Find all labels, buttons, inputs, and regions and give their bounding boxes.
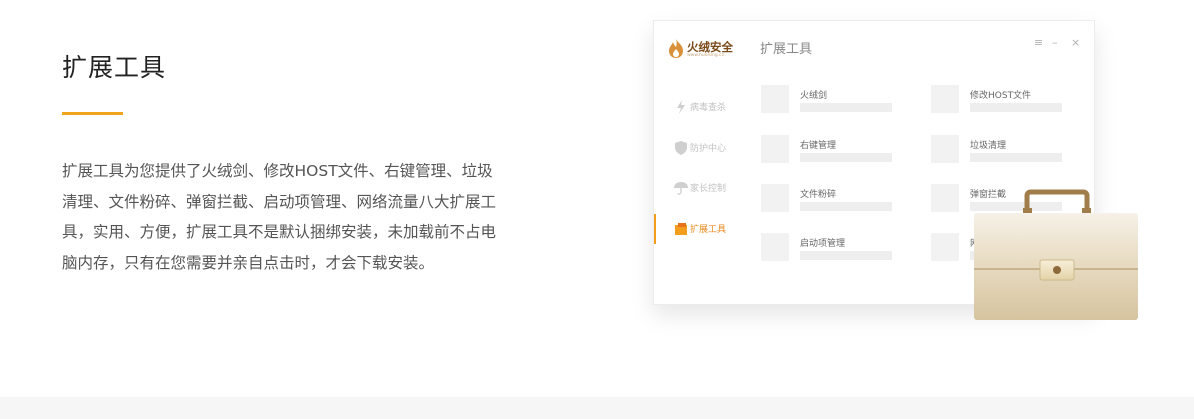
sidebar-item-virus-scan[interactable]: 病毒查杀 xyxy=(654,92,750,122)
section-title: 扩展工具 xyxy=(62,53,167,82)
tool-description-placeholder xyxy=(970,103,1062,112)
shield-icon xyxy=(675,141,687,155)
briefcase-icon xyxy=(974,189,1138,320)
minimize-icon[interactable]: – xyxy=(1052,36,1058,49)
active-indicator xyxy=(654,214,656,244)
footer-band xyxy=(0,397,1194,419)
tool-icon xyxy=(761,184,789,212)
tool-description-placeholder xyxy=(970,153,1062,162)
sidebar-item-label: 家长控制 xyxy=(690,184,727,194)
sidebar-item-label: 病毒查杀 xyxy=(690,103,727,113)
tool-description-placeholder xyxy=(800,103,892,112)
tool-label: 右键管理 xyxy=(800,141,837,151)
close-icon[interactable]: × xyxy=(1071,36,1080,49)
tool-icon xyxy=(761,85,789,113)
app-logo: 火绒安全 www.huorong.cn xyxy=(668,38,738,60)
tool-label: 修改HOST文件 xyxy=(970,91,1032,101)
menu-icon[interactable]: ≡ xyxy=(1034,36,1043,49)
tool-description-placeholder xyxy=(800,202,892,211)
tool-icon xyxy=(761,233,789,261)
tool-item-file-shredder[interactable]: 文件粉碎 xyxy=(761,184,911,224)
tool-label: 启动项管理 xyxy=(800,239,846,249)
title-underline xyxy=(62,112,123,115)
window-title: 扩展工具 xyxy=(760,42,813,57)
tool-icon xyxy=(931,85,959,113)
tool-item-host-file[interactable]: 修改HOST文件 xyxy=(931,85,1081,125)
tool-item-junk-cleanup[interactable]: 垃圾清理 xyxy=(931,135,1081,175)
tool-item-right-click-manager[interactable]: 右键管理 xyxy=(761,135,911,175)
tool-description-placeholder xyxy=(800,251,892,260)
sidebar-item-label: 扩展工具 xyxy=(690,225,727,235)
tool-icon xyxy=(931,233,959,261)
tool-icon xyxy=(931,184,959,212)
tool-label: 文件粉碎 xyxy=(800,190,837,200)
tool-description-placeholder xyxy=(800,153,892,162)
tool-item-huorong-sword[interactable]: 火绒剑 xyxy=(761,85,911,125)
tool-icon xyxy=(931,135,959,163)
tool-icon xyxy=(761,135,789,163)
sidebar-item-protection[interactable]: 防护中心 xyxy=(654,133,750,163)
sidebar-item-label: 防护中心 xyxy=(690,144,727,154)
toolbox-icon xyxy=(675,223,687,235)
tool-label: 火绒剑 xyxy=(800,91,828,101)
flame-logo-icon xyxy=(669,39,683,58)
umbrella-icon xyxy=(674,182,688,195)
sidebar-item-parental-control[interactable]: 家长控制 xyxy=(654,173,750,203)
sidebar-item-extension-tools[interactable]: 扩展工具 xyxy=(654,214,750,244)
section-description: 扩展工具为您提供了火绒剑、修改HOST文件、右键管理、垃圾清理、文件粉碎、弹窗拦… xyxy=(62,162,497,272)
lightning-icon xyxy=(677,100,685,114)
logo-subtext: www.huorong.cn xyxy=(687,53,725,58)
tool-item-startup-manager[interactable]: 启动项管理 xyxy=(761,233,911,273)
tool-label: 垃圾清理 xyxy=(970,141,1007,151)
